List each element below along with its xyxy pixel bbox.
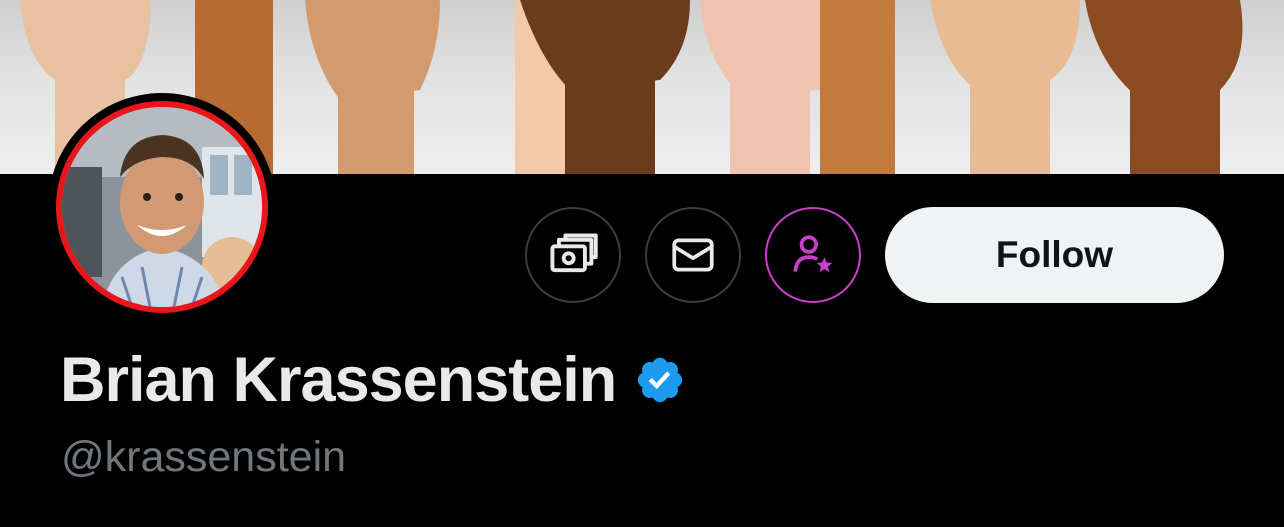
- profile-name-row: Brian Krassenstein: [60, 340, 686, 420]
- follow-button[interactable]: Follow: [885, 207, 1224, 303]
- avatar-photo: [62, 107, 262, 307]
- avatar-container[interactable]: [48, 93, 276, 321]
- tip-button[interactable]: [525, 207, 621, 303]
- message-button[interactable]: [645, 207, 741, 303]
- money-icon: [550, 233, 598, 273]
- subscribe-icon: [793, 235, 833, 273]
- envelope-icon: [672, 238, 714, 272]
- profile-handle: @krassenstein: [61, 433, 347, 481]
- avatar[interactable]: [56, 101, 268, 313]
- verified-badge-icon[interactable]: [634, 354, 686, 406]
- display-name: Brian Krassenstein: [60, 345, 617, 415]
- subscribe-button[interactable]: [765, 207, 861, 303]
